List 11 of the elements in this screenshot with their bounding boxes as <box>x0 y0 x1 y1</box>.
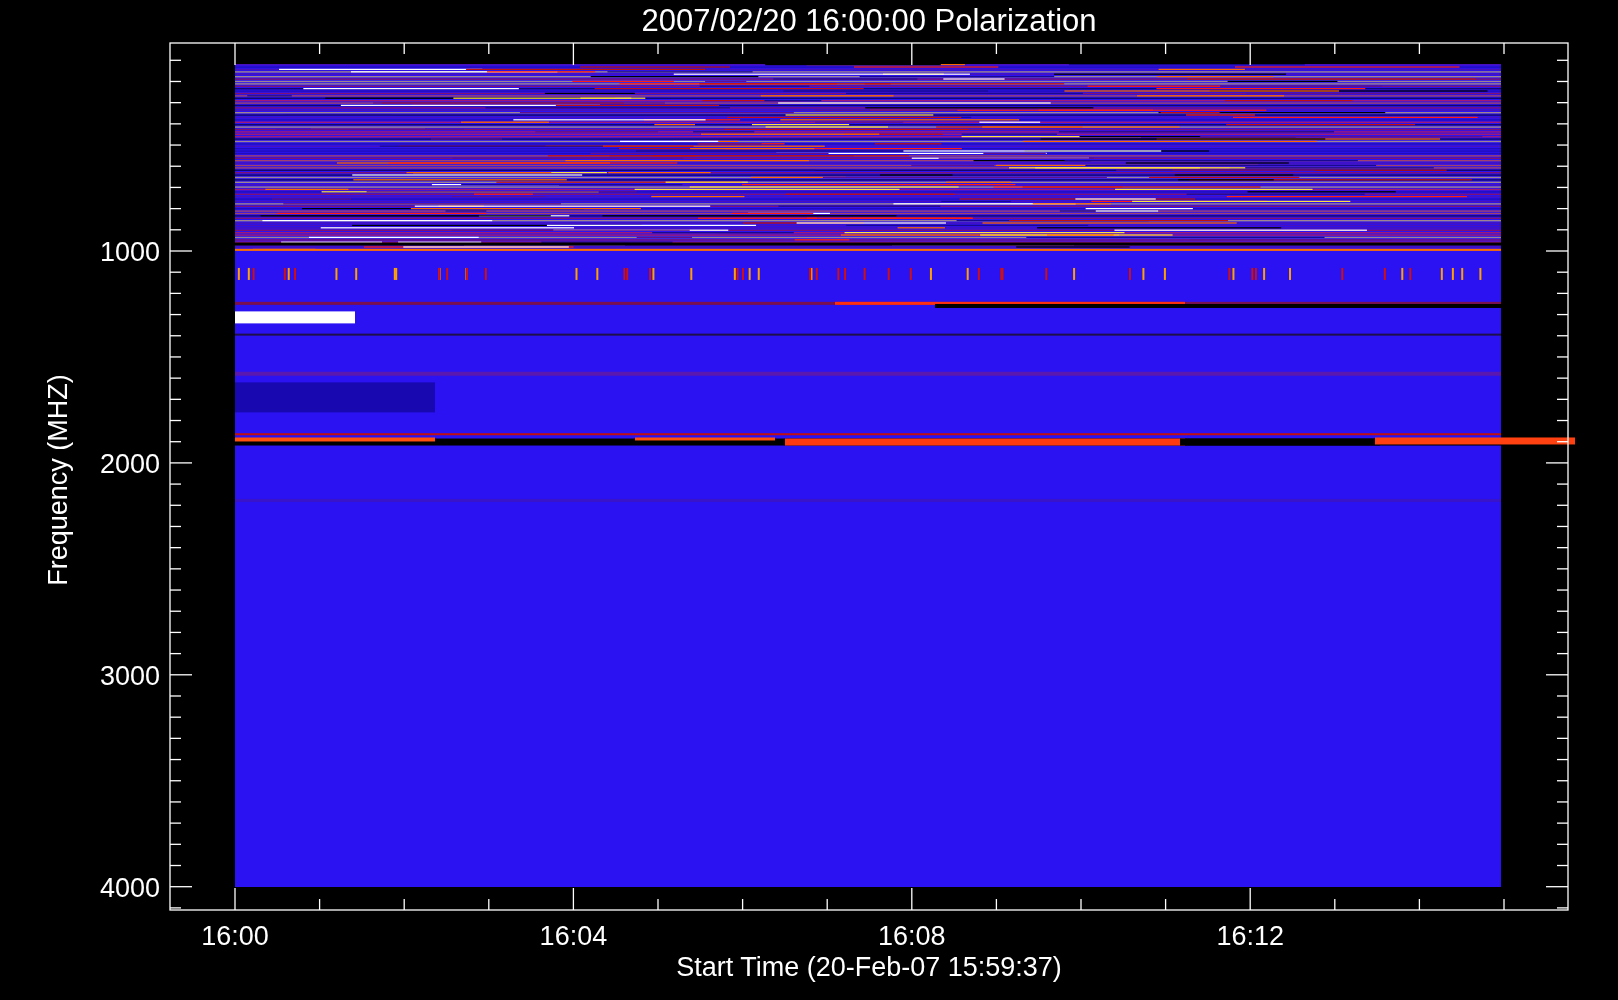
y-axis-label: Frequency (MHZ) <box>43 374 73 586</box>
y-tick-label: 4000 <box>99 872 160 903</box>
x-tick-label: 16:12 <box>1216 921 1284 951</box>
y-tick-label: 2000 <box>99 448 160 479</box>
chart-title: 2007/02/20 16:00:00 Polarization <box>641 3 1097 38</box>
x-axis-label: Start Time (20-Feb-07 15:59:37) <box>676 952 1062 982</box>
x-tick-label: 16:04 <box>539 921 608 951</box>
y-tick-label: 3000 <box>99 660 160 691</box>
y-tick-label: 1000 <box>99 237 160 267</box>
x-tick-label: 16:00 <box>201 921 269 951</box>
x-tick-label: 16:08 <box>878 921 946 951</box>
